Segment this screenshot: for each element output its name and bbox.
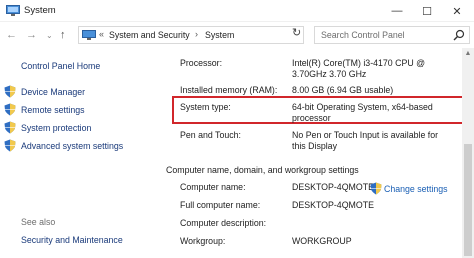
system-info-panel: Processor: Intel(R) Core(TM) i3-4170 CPU… [160,48,464,258]
workgroup-label: Workgroup: [180,236,226,246]
shield-icon [4,139,16,152]
computer-name-label: Computer name: [180,182,246,192]
minimize-button[interactable]: — [384,0,410,22]
up-button[interactable]: ↑ [60,28,66,42]
forward-button[interactable]: → [26,28,37,42]
window-title: System [24,5,56,16]
shield-icon [4,121,16,134]
pen-touch-label: Pen and Touch: [180,130,241,140]
breadcrumb-system-and-security[interactable]: System and Security [109,30,190,40]
shield-icon [370,182,382,195]
change-settings-link[interactable]: Change settings [370,182,448,195]
search-placeholder: Search Control Panel [321,30,405,40]
left-navigation-pane: Control Panel Home Device Manager Remote… [0,48,160,258]
processor-value-line1: Intel(R) Core(TM) i3-4170 CPU @ [292,58,426,68]
sidebar-item-system-protection[interactable]: System protection [4,121,91,134]
breadcrumb-overflow[interactable]: « [99,29,104,39]
system-type-value-line1: 64-bit Operating System, x64-based [292,102,433,112]
sidebar-item-remote-settings[interactable]: Remote settings [4,103,85,116]
address-bar[interactable]: « System and Security › System ⌄ [78,26,373,44]
search-input[interactable]: Search Control Panel [314,26,470,44]
sidebar-item-label: Remote settings [21,104,85,115]
processor-value-line2: 3.70GHz 3.70 GHz [292,69,367,79]
close-button[interactable]: ✕ [444,0,470,22]
memory-label: Installed memory (RAM): [180,85,278,95]
memory-value: 8.00 GB (6.94 GB usable) [292,85,394,95]
sidebar-item-advanced-system-settings[interactable]: Advanced system settings [4,139,123,152]
breadcrumb-system[interactable]: System [205,30,234,40]
maximize-button[interactable]: ☐ [414,0,440,22]
processor-label: Processor: [180,58,223,68]
search-icon[interactable] [453,29,465,41]
scrollbar-thumb[interactable] [464,144,472,256]
sidebar-item-label: Device Manager [21,86,86,97]
shield-icon [4,85,16,98]
computer-name-section-title: Computer name, domain, and workgroup set… [166,165,359,175]
pen-touch-value-line1: No Pen or Touch Input is available for [292,130,439,140]
back-button[interactable]: ← [6,28,17,42]
vertical-scrollbar[interactable]: ▲ [462,48,474,258]
recent-locations-button[interactable]: ⌄ [46,29,53,43]
security-and-maintenance-link[interactable]: Security and Maintenance [21,235,123,245]
scroll-up-arrow[interactable]: ▲ [462,48,474,60]
workgroup-value: WORKGROUP [292,236,352,246]
sidebar-item-device-manager[interactable]: Device Manager [4,85,85,98]
sidebar-item-label: System protection [21,122,92,133]
control-panel-home-link[interactable]: Control Panel Home [21,61,100,71]
title-bar: System — ☐ ✕ [0,0,474,22]
system-type-value-line2: processor [292,113,331,123]
computer-name-value: DESKTOP-4QMOTE [292,182,374,192]
control-panel-icon [82,30,96,40]
shield-icon [4,103,16,116]
see-also-heading: See also [21,217,56,227]
refresh-button[interactable]: ↻ [292,26,301,39]
full-computer-name-label: Full computer name: [180,200,261,210]
navigation-bar: ← → ⌄ ↑ « System and Security › System ⌄… [0,23,474,47]
system-type-label: System type: [180,102,231,112]
sidebar-item-label: Advanced system settings [21,140,124,151]
full-computer-name-value: DESKTOP-4QMOTE [292,200,374,210]
computer-description-label: Computer description: [180,218,267,228]
pen-touch-value-line2: this Display [292,141,337,151]
change-settings-label: Change settings [384,183,448,194]
breadcrumb-arrow[interactable]: › [195,29,198,39]
system-app-icon [6,5,20,16]
